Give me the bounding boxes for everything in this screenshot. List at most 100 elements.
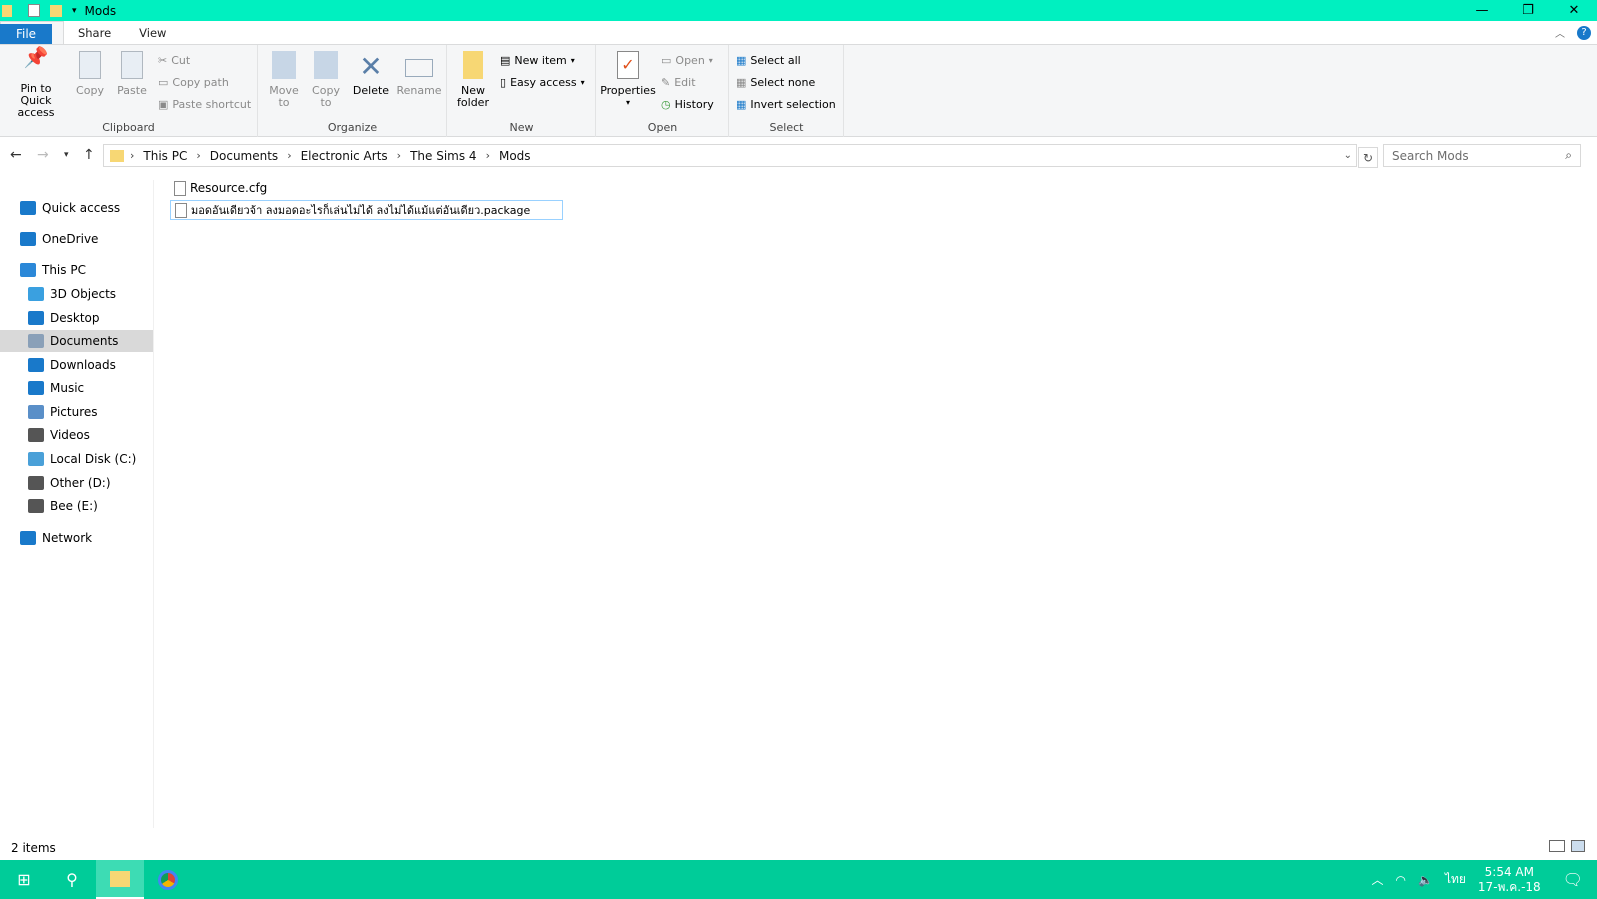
invert-selection-button[interactable]: ▦ Invert selection [736, 95, 836, 113]
sidebar-item-documents[interactable]: Documents [0, 330, 153, 352]
breadcrumb-documents[interactable]: Documents [210, 149, 278, 163]
show-hidden-icons-chevron-icon[interactable]: ︿ [1371, 871, 1383, 888]
help-icon[interactable]: ? [1577, 25, 1591, 40]
tab-share[interactable]: Share [64, 21, 125, 44]
minimize-button[interactable]: — [1459, 0, 1505, 21]
chrome-taskbar-button[interactable] [144, 860, 192, 899]
large-icons-view-icon[interactable] [1571, 840, 1585, 852]
select-none-button[interactable]: ▦ Select none [736, 73, 815, 91]
drive-icon [28, 499, 44, 513]
quick-access-toolbar: ▾ [0, 4, 77, 17]
edit-button[interactable]: ✎ Edit [661, 73, 696, 91]
breadcrumb-the-sims-4[interactable]: The Sims 4 [410, 149, 476, 163]
volume-icon[interactable]: 🔈 [1418, 873, 1433, 887]
windows-logo-icon: ⊞ [17, 870, 31, 889]
refresh-icon[interactable]: ↻ [1358, 147, 1378, 168]
delete-button[interactable]: ✕ Delete [351, 51, 391, 97]
easy-access-icon: ▯ [500, 75, 507, 89]
network-icon [20, 531, 36, 545]
sidebar-item-desktop[interactable]: Desktop [0, 307, 153, 329]
history-button[interactable]: ◷ History [661, 95, 714, 113]
forward-arrow-icon[interactable]: → [37, 147, 49, 163]
sidebar-item-this-pc[interactable]: This PC [0, 259, 153, 281]
scissors-icon: ✂ [158, 53, 168, 67]
search-input[interactable]: Search Mods ⌕ [1383, 144, 1581, 167]
breadcrumb-electronic-arts[interactable]: Electronic Arts [301, 149, 388, 163]
properties-button[interactable]: ✓ Properties ▾ [600, 51, 656, 109]
document-icon [28, 334, 44, 348]
copy-path-button[interactable]: ▭ Copy path [158, 73, 229, 91]
rename-button[interactable]: Rename [396, 51, 442, 97]
ribbon: 📌 Pin to Quick access Copy Paste ✂ Cut ▭ C… [0, 44, 1597, 137]
delete-x-icon: ✕ [359, 50, 383, 83]
new-item-button[interactable]: ▤ New item ▾ [500, 51, 575, 69]
sidebar-item-3d-objects[interactable]: 3D Objects [0, 283, 153, 305]
cube-icon [28, 287, 44, 301]
pictures-icon [28, 405, 44, 419]
new-folder-icon[interactable] [50, 4, 62, 17]
list-item-package-file[interactable]: มอดอันเดียวจ้า ลงมอดอะไรก็เล่นไม่ได้ ลงไ… [170, 200, 563, 220]
recent-locations-chevron-icon[interactable]: ▾ [64, 150, 69, 160]
computer-icon [20, 263, 36, 277]
easy-access-dropdown-icon: ▾ [580, 77, 585, 87]
back-arrow-icon[interactable]: ← [10, 147, 22, 163]
search-icon: ⚲ [66, 870, 78, 889]
new-folder-big-icon [463, 51, 483, 79]
action-center-icon[interactable]: 🗨 [1563, 870, 1583, 889]
breadcrumb-this-pc[interactable]: This PC [143, 149, 187, 163]
sidebar-item-onedrive[interactable]: OneDrive [0, 228, 153, 250]
sidebar-item-network[interactable]: Network [0, 527, 153, 549]
copy-to-button[interactable]: Copy to [307, 51, 345, 109]
search-taskbar-button[interactable]: ⚲ [48, 860, 96, 899]
address-dropdown-chevron-icon[interactable]: ⌄ [1344, 150, 1352, 161]
edit-icon: ✎ [661, 75, 671, 89]
file-explorer-taskbar-button[interactable] [96, 860, 144, 899]
select-all-button[interactable]: ▦ Select all [736, 51, 801, 69]
open-button[interactable]: ▭ Open ▾ [661, 51, 713, 69]
status-item-count: 2 items [11, 841, 56, 855]
new-group: New folder ▤ New item ▾ ▯ Easy access ▾ New [448, 45, 596, 137]
clipboard-group-label: Clipboard [102, 121, 155, 134]
start-button[interactable]: ⊞ [0, 860, 48, 899]
pin-icon: 📌 [23, 45, 49, 69]
close-button[interactable]: ✕ [1551, 0, 1597, 21]
tab-view[interactable]: View [125, 21, 180, 44]
wifi-icon[interactable]: ◠ [1396, 873, 1406, 887]
cut-button[interactable]: ✂ Cut [158, 51, 190, 69]
move-to-button[interactable]: Move to [265, 51, 303, 109]
desktop-icon [28, 311, 44, 325]
collapse-ribbon-chevron-icon[interactable]: ︿ [1555, 25, 1565, 40]
window-title: Mods [84, 3, 117, 18]
sidebar-item-bee-e[interactable]: Bee (E:) [0, 495, 153, 517]
language-indicator[interactable]: ไทย [1445, 870, 1466, 889]
copy-button[interactable]: Copy [72, 51, 108, 97]
details-view-icon[interactable] [1549, 840, 1565, 852]
paste-button[interactable]: Paste [114, 51, 150, 97]
sidebar-item-pictures[interactable]: Pictures [0, 401, 153, 423]
list-item-resource-cfg[interactable]: Resource.cfg [170, 178, 267, 198]
easy-access-button[interactable]: ▯ Easy access ▾ [500, 73, 585, 91]
sidebar-item-videos[interactable]: Videos [0, 424, 153, 446]
sidebar-item-local-disk-c[interactable]: Local Disk (C:) [0, 448, 153, 470]
sidebar-item-music[interactable]: Music [0, 377, 153, 399]
star-icon [20, 201, 36, 215]
copy-path-icon: ▭ [158, 75, 169, 89]
ribbon-tabs: File Home Share View ︿ ? [0, 21, 1597, 44]
sidebar-item-other-d[interactable]: Other (D:) [0, 472, 153, 494]
up-arrow-icon[interactable]: ↑ [83, 147, 95, 163]
customize-qat-chevron-icon[interactable]: ▾ [72, 6, 77, 16]
invert-selection-icon: ▦ [736, 97, 747, 111]
restore-button[interactable]: ❐ [1505, 0, 1551, 21]
paste-shortcut-button[interactable]: ▣ Paste shortcut [158, 95, 251, 113]
pin-to-quick-access-button[interactable]: 📌 Pin to Quick access [4, 45, 68, 119]
address-bar[interactable]: › This PC › Documents › Electronic Arts › T… [103, 144, 1357, 167]
properties-check-icon[interactable] [28, 4, 40, 17]
breadcrumb-mods[interactable]: Mods [499, 149, 531, 163]
sidebar-item-downloads[interactable]: Downloads [0, 354, 153, 376]
properties-dropdown-icon: ▾ [625, 98, 630, 107]
sidebar-item-quick-access[interactable]: Quick access [0, 197, 153, 219]
paste-icon [121, 51, 143, 79]
clock[interactable]: 5:54 AM 17-พ.ค.-18 [1478, 865, 1541, 895]
tab-file[interactable]: File [0, 24, 52, 44]
new-folder-button[interactable]: New folder [452, 51, 494, 109]
